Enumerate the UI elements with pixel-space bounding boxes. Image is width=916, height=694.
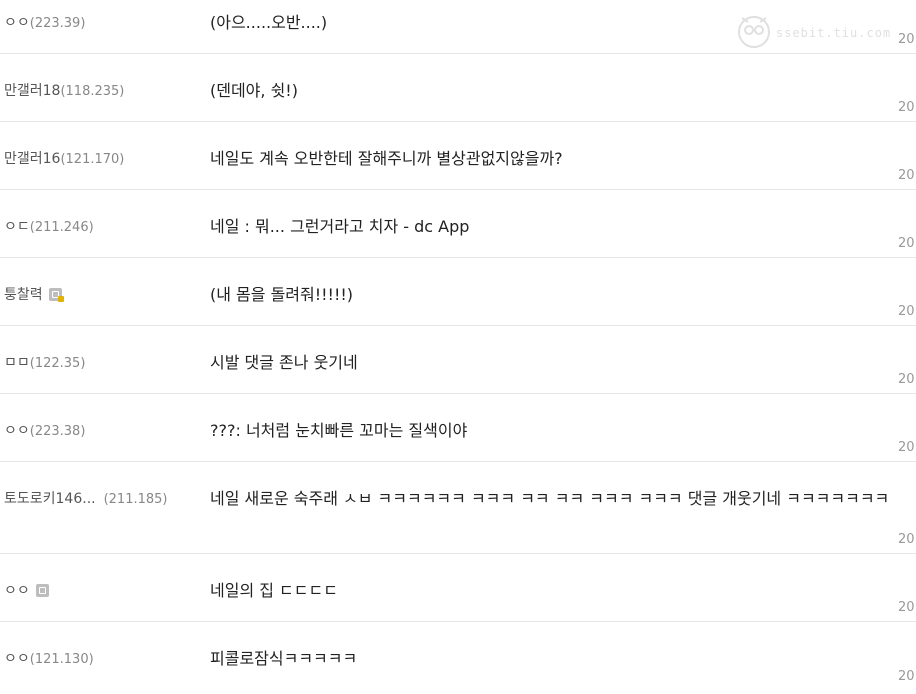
comment-row: ㅁㅁ(122.35) 시발 댓글 존나 웃기네 20: [0, 326, 916, 394]
comment-text: (아으.....오반....): [210, 13, 328, 32]
comment-date: 20: [898, 100, 915, 115]
comment-text: (덴데야, 쉿!): [210, 81, 298, 100]
comment-date: 20: [898, 32, 915, 47]
comment-author[interactable]: ㅁㅁ(122.35): [4, 352, 85, 372]
comment-row: 토도로키146... (211.185) 네일 새로운 숙주래 ㅅㅂ ㅋㅋㅋㅋㅋㅋ…: [0, 462, 916, 554]
comment-row: ㅇㅇ(223.39) (아으.....오반....) 20: [0, 0, 916, 54]
fixed-nick-lock-icon: [48, 288, 64, 302]
comment-date: 20: [898, 236, 915, 251]
author-nickname[interactable]: ㅁㅁ: [4, 355, 30, 371]
comment-text: 네일도 계속 오반한테 잘해주니까 별상관없지않을까?: [210, 149, 563, 168]
comment-author[interactable]: ㅇㅇ(121.130): [4, 648, 94, 668]
comment-date: 20: [898, 304, 915, 319]
author-nickname[interactable]: 만갤러16: [4, 151, 60, 167]
member-badge-icon: [35, 584, 49, 597]
author-nickname[interactable]: 퉁찰력: [4, 287, 43, 303]
comment-date: 20: [898, 600, 915, 615]
comment-row: 퉁찰력 (내 몸을 돌려줘!!!!!) 20: [0, 258, 916, 326]
comment-text: (내 몸을 돌려줘!!!!!): [210, 285, 354, 304]
author-ip: (211.246): [29, 220, 94, 235]
author-nickname[interactable]: ㅇㄷ: [4, 219, 30, 235]
comment-author[interactable]: ㅇㅇ(223.38): [4, 420, 85, 440]
author-ip: (118.235): [60, 84, 125, 99]
comment-author[interactable]: ㅇㅇ: [4, 580, 49, 600]
author-nickname[interactable]: 만갤러18: [4, 83, 60, 99]
comment-date: 20: [898, 669, 915, 684]
comment-date: 20: [898, 372, 915, 387]
comment-author[interactable]: 토도로키146... (211.185): [4, 488, 168, 508]
comment-text: 네일의 집 ㄷㄷㄷㄷ: [210, 581, 338, 600]
comment-text: ???: 너처럼 눈치빠른 꼬마는 질색이야: [210, 421, 468, 440]
comment-text: 네일 : 뭐... 그런거라고 치자 - dc App: [210, 217, 470, 236]
comment-row: 만갤러16(121.170) 네일도 계속 오반한테 잘해주니까 별상관없지않을…: [0, 122, 916, 190]
comment-author[interactable]: 퉁찰력: [4, 284, 64, 304]
author-nickname[interactable]: ㅇㅇ: [4, 651, 30, 667]
author-ip: (121.170): [60, 152, 125, 167]
comment-text: 시발 댓글 존나 웃기네: [210, 353, 358, 372]
author-nickname[interactable]: ㅇㅇ: [4, 15, 30, 31]
comment-text: 피콜로잠식ㅋㅋㅋㅋㅋ: [210, 649, 358, 668]
author-ip: (223.39): [29, 16, 86, 31]
comment-author[interactable]: 만갤러18(118.235): [4, 80, 124, 100]
comment-author[interactable]: ㅇㅇ(223.39): [4, 12, 85, 32]
comment-row: ㅇㅇ(223.38) ???: 너처럼 눈치빠른 꼬마는 질색이야 20: [0, 394, 916, 462]
comment-date: 20: [898, 168, 915, 183]
author-nickname[interactable]: ㅇㅇ: [4, 423, 30, 439]
author-ip: (223.38): [29, 424, 86, 439]
author-nickname[interactable]: 토도로키146...: [4, 491, 96, 507]
comment-row: ㅇㅇ(121.130) 피콜로잠식ㅋㅋㅋㅋㅋ 20: [0, 622, 916, 690]
comment-text: 네일 새로운 숙주래 ㅅㅂ ㅋㅋㅋㅋㅋㅋ ㅋㅋㅋ ㅋㅋ ㅋㅋ ㅋㅋㅋ ㅋㅋㅋ 댓…: [210, 489, 890, 508]
comment-date: 20: [898, 532, 915, 547]
author-ip: (122.35): [29, 356, 86, 371]
comment-author[interactable]: ㅇㄷ(211.246): [4, 216, 94, 236]
comment-author[interactable]: 만갤러16(121.170): [4, 148, 124, 168]
comment-list: ㅇㅇ(223.39) (아으.....오반....) 20 만갤러18(118.…: [0, 0, 916, 690]
author-ip: (121.130): [29, 652, 94, 667]
comment-row: ㅇㅇ 네일의 집 ㄷㄷㄷㄷ 20: [0, 554, 916, 622]
comment-row: ㅇㄷ(211.246) 네일 : 뭐... 그런거라고 치자 - dc App …: [0, 190, 916, 258]
comment-date: 20: [898, 440, 915, 455]
comment-row: 만갤러18(118.235) (덴데야, 쉿!) 20: [0, 54, 916, 122]
author-ip: (211.185): [103, 492, 168, 507]
author-nickname[interactable]: ㅇㅇ: [4, 583, 30, 599]
